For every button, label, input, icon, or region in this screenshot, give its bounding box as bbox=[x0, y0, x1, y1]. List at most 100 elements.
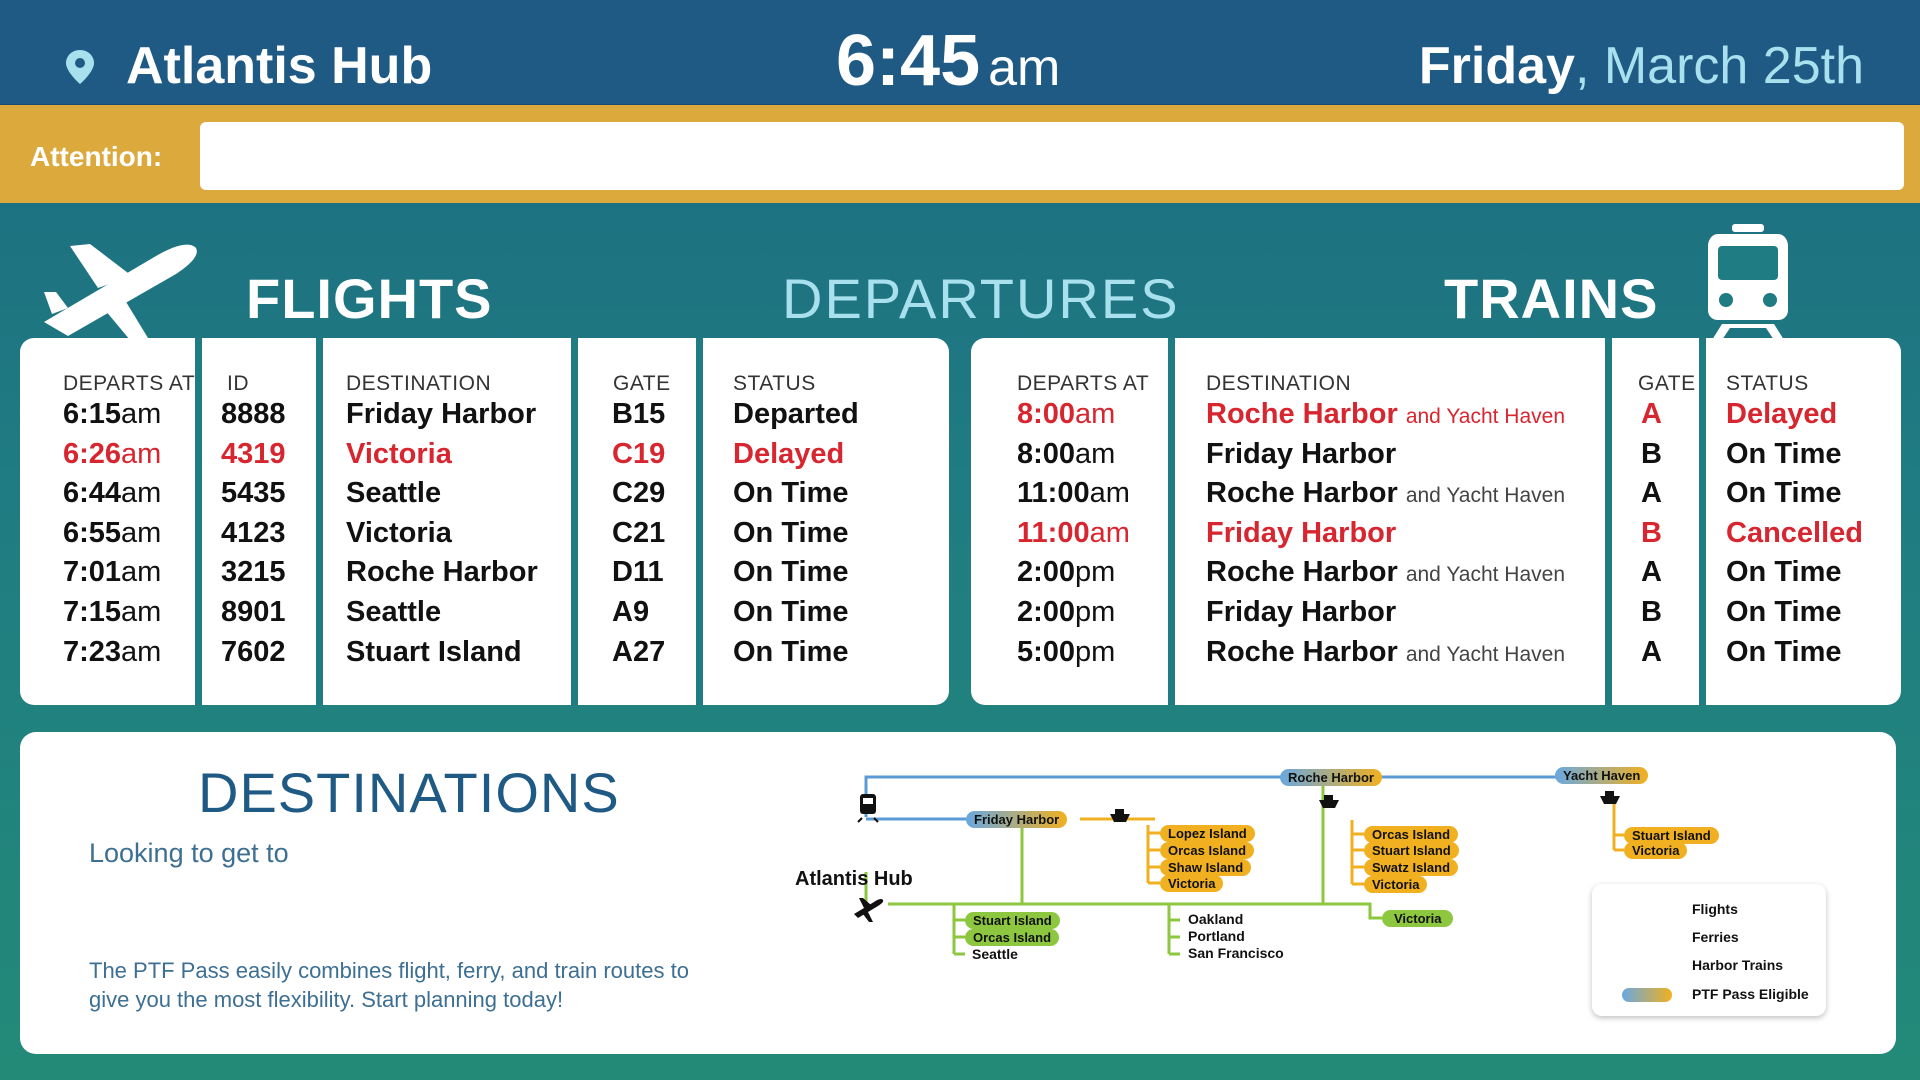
train-time-ampm: pm bbox=[1075, 556, 1116, 589]
train-time: 11:00am bbox=[1017, 517, 1130, 550]
flight-destination: Friday Harbor bbox=[346, 398, 536, 431]
train-time-ampm: am bbox=[1089, 516, 1130, 549]
flight-id: 7602 bbox=[221, 636, 286, 669]
map-flight-victoria: Victoria bbox=[1382, 910, 1454, 927]
flight-id: 3215 bbox=[221, 556, 286, 589]
trains-header-destination: DESTINATION bbox=[1206, 372, 1352, 395]
flight-gate-value: C29 bbox=[612, 477, 666, 510]
train-gate: A bbox=[1641, 477, 1662, 510]
train-status-value: On Time bbox=[1726, 556, 1842, 589]
train-destination-value: Roche Harbor bbox=[1206, 398, 1398, 430]
trains-title: TRAINS bbox=[1444, 267, 1659, 330]
flights-header-status: STATUS bbox=[733, 372, 816, 395]
flight-status-value: On Time bbox=[733, 477, 849, 510]
train-gate-value: B bbox=[1641, 596, 1662, 628]
flight-status: Delayed bbox=[733, 438, 844, 471]
flights-header-id: ID bbox=[227, 372, 249, 395]
flight-destination: Victoria bbox=[346, 517, 452, 550]
trains-table: DEPARTS AT DESTINATION GATE STATUS 8:00a… bbox=[971, 338, 1901, 705]
train-gate: B bbox=[1641, 596, 1662, 629]
train-gate: A bbox=[1641, 398, 1662, 431]
attention-bar: Attention: bbox=[0, 105, 1920, 203]
train-gate-value: A bbox=[1641, 477, 1662, 510]
flight-destination-value: Victoria bbox=[346, 437, 452, 470]
flight-id-value: 4123 bbox=[221, 516, 286, 549]
flight-time: 6:15am bbox=[63, 398, 161, 431]
train-destination: Roche Harbor and Yacht Haven bbox=[1206, 556, 1565, 589]
flight-status: On Time bbox=[733, 636, 849, 669]
flight-gate: C21 bbox=[612, 517, 665, 550]
train-time-value: 5:00 bbox=[1017, 635, 1076, 668]
flight-id: 4123 bbox=[221, 517, 286, 550]
map-friday-ferry-2: Orcas Island bbox=[1160, 842, 1255, 859]
flight-destination-value: Friday Harbor bbox=[346, 398, 537, 430]
flight-gate: C19 bbox=[612, 438, 665, 471]
location-pin-icon bbox=[66, 50, 94, 84]
clock: 6:45 am bbox=[836, 20, 1060, 102]
flight-status: On Time bbox=[733, 517, 849, 550]
flight-status: On Time bbox=[733, 556, 849, 589]
train-icon bbox=[1708, 224, 1788, 340]
flight-id: 8901 bbox=[221, 596, 286, 629]
map-flight-6: San Francisco bbox=[1188, 945, 1284, 961]
flight-gate: D11 bbox=[612, 556, 664, 589]
map-flight-1: Stuart Island bbox=[965, 912, 1060, 929]
map-stop-yacht-haven: Yacht Haven bbox=[1555, 767, 1649, 784]
date-rest: , March 25th bbox=[1574, 37, 1864, 95]
flight-destination-value: Seattle bbox=[346, 596, 442, 628]
flight-time: 7:15am bbox=[63, 596, 161, 629]
flights-header-departs: DEPARTS AT bbox=[63, 372, 196, 395]
attention-message bbox=[200, 122, 1904, 190]
train-time: 8:00am bbox=[1017, 398, 1115, 431]
flights-header-destination: DESTINATION bbox=[346, 372, 492, 395]
map-hub-label: Atlantis Hub bbox=[795, 868, 913, 890]
flight-time-ampm: am bbox=[121, 635, 162, 668]
flight-time-value: 7:15 bbox=[63, 596, 122, 628]
train-gate: A bbox=[1641, 556, 1662, 589]
flights-table: DEPARTS AT ID DESTINATION GATE STATUS 6:… bbox=[20, 338, 949, 705]
airplane-icon bbox=[44, 244, 197, 340]
flight-id-value: 7602 bbox=[221, 635, 286, 668]
train-destination: Roche Harbor and Yacht Haven bbox=[1206, 398, 1565, 431]
flight-id: 8888 bbox=[221, 398, 286, 431]
train-status: On Time bbox=[1726, 556, 1842, 589]
train-destination: Roche Harbor and Yacht Haven bbox=[1206, 477, 1565, 510]
train-destination-extra: and Yacht Haven bbox=[1405, 484, 1565, 508]
map-stop-friday-harbor: Friday Harbor bbox=[966, 811, 1068, 828]
flight-gate-value: A9 bbox=[612, 596, 650, 628]
flight-gate-value: C21 bbox=[612, 516, 666, 549]
train-time-ampm: pm bbox=[1075, 596, 1116, 628]
flight-status-value: Delayed bbox=[733, 437, 845, 470]
airplane-icon bbox=[854, 898, 884, 922]
flight-id-value: 3215 bbox=[221, 556, 286, 589]
train-destination: Friday Harbor bbox=[1206, 517, 1396, 550]
train-destination-value: Roche Harbor bbox=[1206, 477, 1398, 510]
train-destination-value: Friday Harbor bbox=[1206, 596, 1397, 628]
clock-ampm: am bbox=[988, 39, 1061, 97]
train-destination-value: Friday Harbor bbox=[1206, 516, 1397, 549]
flight-gate: A9 bbox=[612, 596, 649, 629]
flight-gate-value: C19 bbox=[612, 437, 666, 470]
trains-header-gate: GATE bbox=[1638, 372, 1696, 395]
legend-ptf-pass: PTF Pass Eligible bbox=[1692, 986, 1809, 1002]
flight-time-ampm: am bbox=[121, 596, 162, 628]
map-roche-ferry-1: Orcas Island bbox=[1364, 826, 1459, 843]
train-time: 8:00am bbox=[1017, 438, 1115, 471]
map-friday-ferry-4: Victoria bbox=[1160, 875, 1224, 892]
flight-time-ampm: am bbox=[121, 398, 162, 430]
flight-time: 6:44am bbox=[63, 477, 161, 510]
train-status-value: Delayed bbox=[1726, 398, 1838, 430]
map-flight-2: Orcas Island bbox=[965, 929, 1060, 946]
flight-id-value: 5435 bbox=[221, 477, 286, 510]
flight-status-value: On Time bbox=[733, 635, 849, 668]
header-bar: Atlantis Hub 6:45 am Friday, March 25th bbox=[0, 0, 1920, 105]
flight-gate: C29 bbox=[612, 477, 665, 510]
train-time: 5:00pm bbox=[1017, 636, 1115, 669]
flight-time-value: 7:23 bbox=[63, 635, 122, 668]
flight-destination-value: Stuart Island bbox=[346, 635, 522, 668]
train-destination-value: Friday Harbor bbox=[1206, 437, 1397, 470]
flights-header-gate: GATE bbox=[613, 372, 671, 395]
train-time-ampm: am bbox=[1089, 477, 1130, 510]
flight-destination: Victoria bbox=[346, 438, 452, 471]
train-time: 2:00pm bbox=[1017, 556, 1115, 589]
